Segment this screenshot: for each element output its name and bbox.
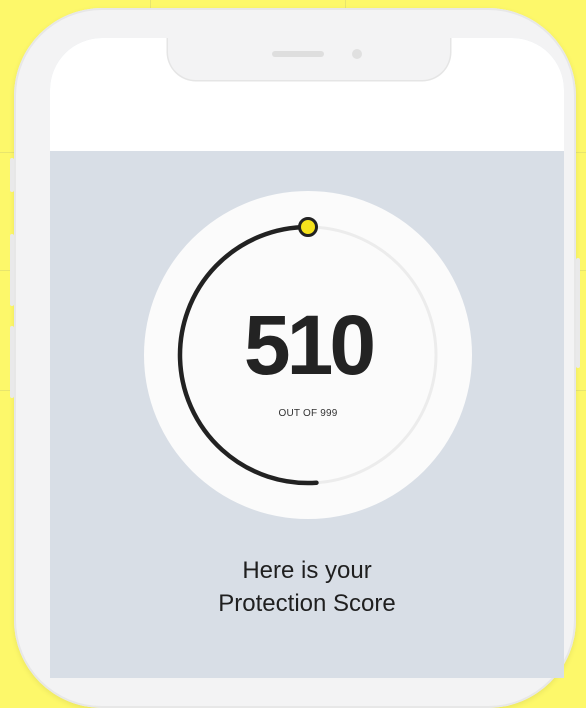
phone-mute-switch (10, 158, 14, 192)
phone-volume-down-button (10, 326, 14, 398)
phone-volume-up-button (10, 234, 14, 306)
score-gauge-knob (298, 217, 318, 237)
score-max-label: OUT OF 999 (278, 408, 338, 419)
caption-line-2: Protection Score (218, 590, 396, 617)
phone-screen: 510 OUT OF 999 Here is your Protection S… (50, 38, 564, 678)
caption-line-1: Here is your (242, 557, 372, 584)
score-card: 510 OUT OF 999 (144, 191, 472, 519)
phone-power-button (576, 258, 580, 368)
score-value: 510 (243, 298, 376, 392)
phone-notch (168, 38, 450, 80)
front-camera (352, 49, 362, 59)
protection-score-screen: 510 OUT OF 999 Here is your Protection S… (50, 151, 564, 678)
speaker-grille (272, 51, 324, 57)
phone-frame: 510 OUT OF 999 Here is your Protection S… (10, 8, 580, 708)
